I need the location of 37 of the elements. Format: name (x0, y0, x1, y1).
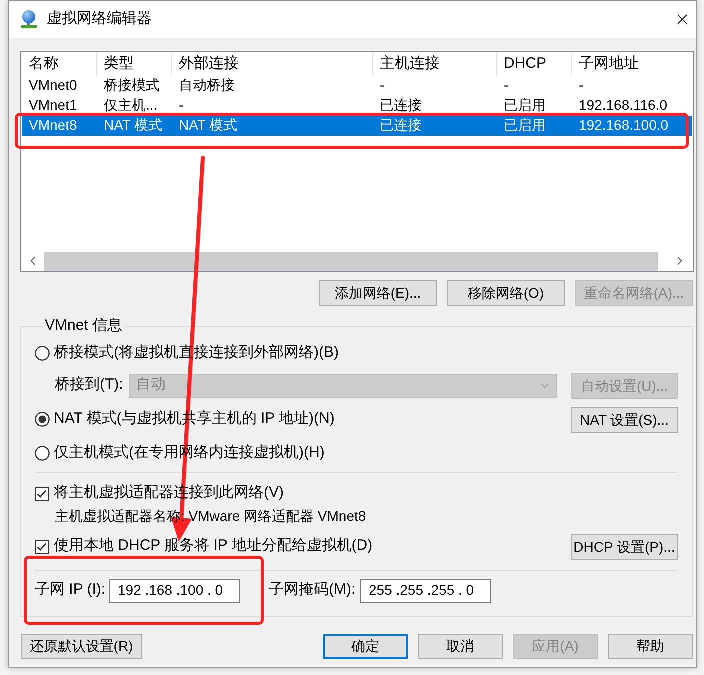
restore-defaults-button[interactable]: 还原默认设置(R) (21, 634, 142, 658)
network-action-button[interactable]: 移除网络(O) (447, 280, 565, 306)
dialog-button[interactable]: 取消 (418, 634, 503, 658)
table-cell-text: NAT 模式 (178, 116, 239, 135)
checkbox-option[interactable]: 使用本地 DHCP 服务将 IP 地址分配给虚拟机(D) (35, 535, 373, 558)
table-cell-text: 已连接 (379, 116, 423, 135)
table-cell-text: 已启用 (503, 96, 547, 115)
table-cell-text: 自动桥接 (178, 76, 236, 95)
table-cell-text: - (379, 76, 386, 95)
table-cell-text: 桥接模式 (103, 76, 161, 95)
dialog-button[interactable]: 确定 (323, 634, 408, 658)
table-cell-text: - (178, 96, 185, 115)
table-cell-text: - (578, 76, 585, 95)
settings-button[interactable]: DHCP 设置(P)... (571, 534, 678, 560)
table-cell-text: NAT 模式 (103, 116, 164, 135)
table-cell-text: 192.168.100.0 (578, 116, 670, 135)
table-row[interactable]: VMnet8 NAT 模式 NAT 模式 已连接 已启用 192.168.100.0 (22, 116, 692, 136)
table-cell-text: 192.168.116.0 (578, 96, 668, 115)
window-title: 虚拟网络编辑器 (47, 9, 152, 30)
network-action-button[interactable]: 添加网络(E)... (319, 280, 437, 306)
field-label: 桥接到(T): (55, 375, 124, 396)
group-title: VMnet 信息 (44, 316, 124, 336)
field-label: 子网掩码(M): (269, 580, 357, 600)
table-cell-text: VMnet8 (28, 116, 78, 135)
field-label: 子网 IP (I): (35, 580, 107, 600)
table-cell-text: 已连接 (379, 96, 423, 115)
ip-address-field[interactable]: 192 .168 .100 . 0 (109, 578, 240, 602)
subnet-mask-field[interactable]: 255 .255 .255 . 0 (360, 578, 491, 602)
table-cell-text: VMnet0 (28, 76, 78, 95)
table-cell-text: 已启用 (503, 116, 547, 135)
table-cell-text: 仅主机... (103, 96, 159, 115)
dialog-button[interactable]: 帮助 (608, 634, 693, 658)
table-cell-text: VMnet1 (28, 96, 78, 115)
table-cell-text: - (503, 76, 510, 95)
settings-button[interactable]: NAT 设置(S)... (571, 406, 678, 432)
column-header[interactable]: 子网地址 (572, 52, 692, 76)
globe-icon (20, 10, 38, 29)
